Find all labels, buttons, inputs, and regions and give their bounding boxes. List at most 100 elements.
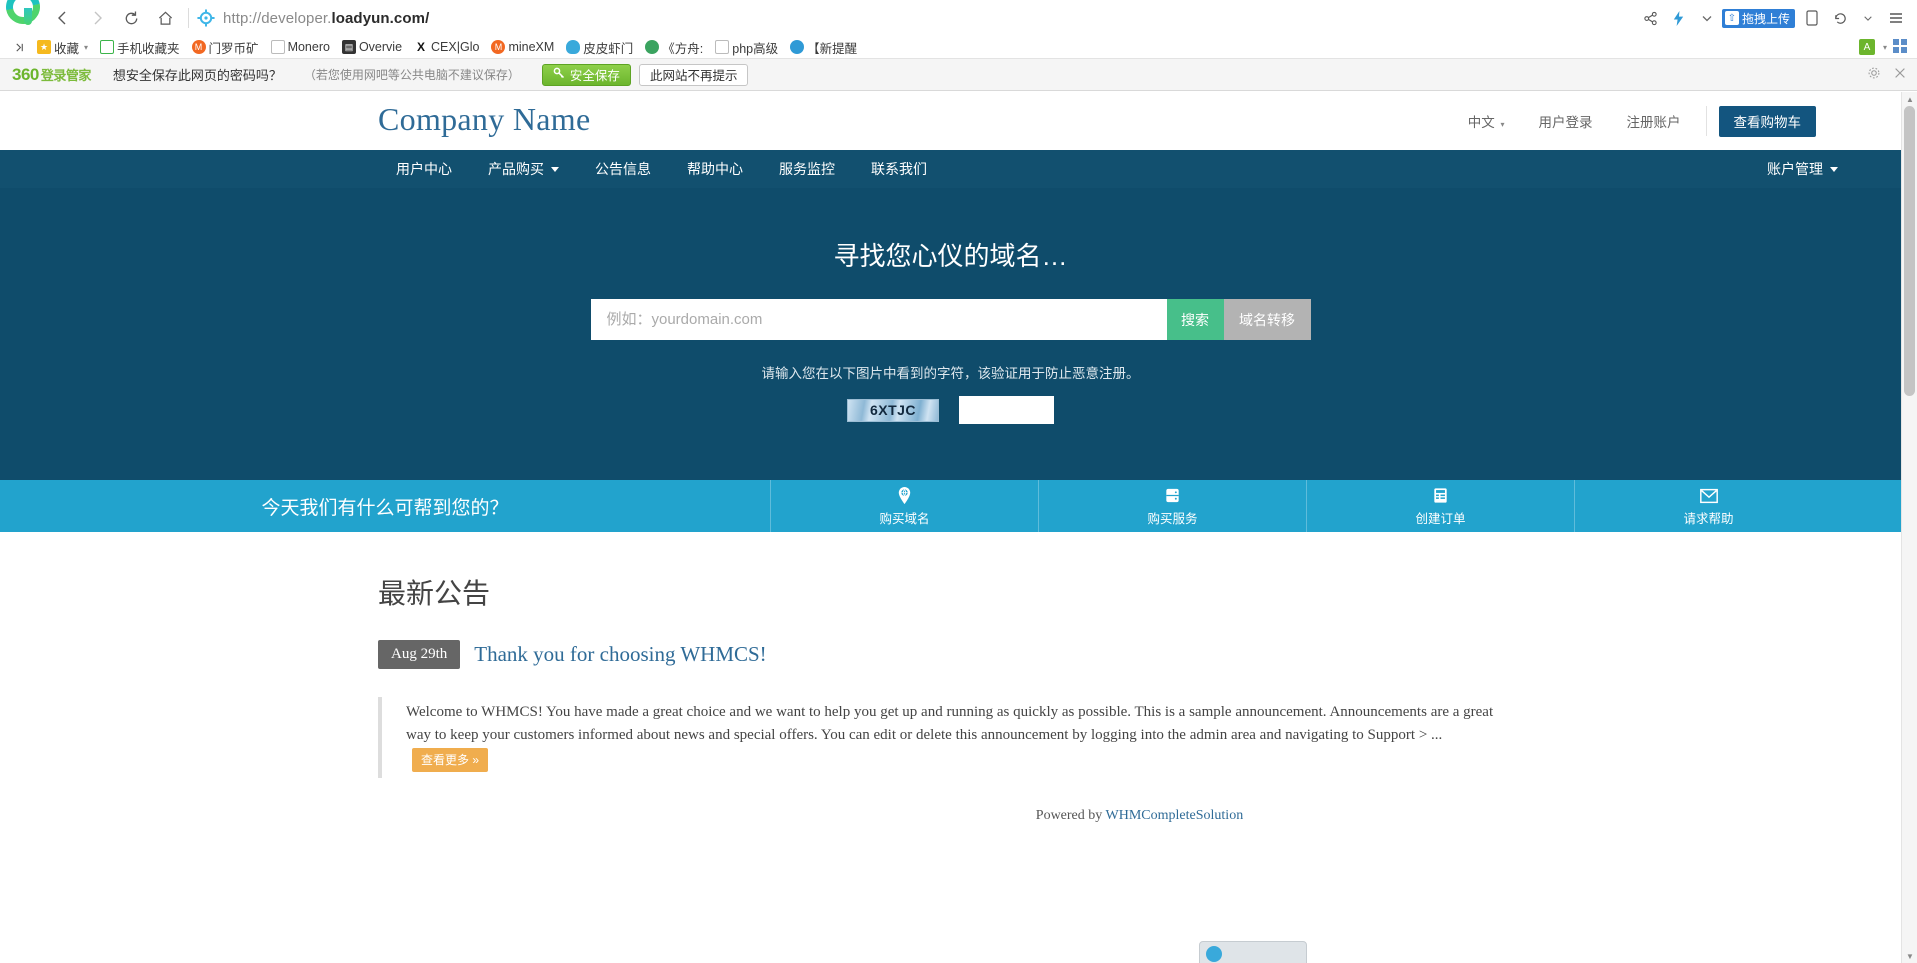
- page-title[interactable]: Company Name: [378, 101, 590, 138]
- envelope-icon: [1699, 486, 1719, 506]
- quick-actions-bar: 今天我们有什么可帮到您的？ 购买域名 购买服务 创建订单 请求帮助: [0, 480, 1901, 532]
- vertical-scrollbar[interactable]: ▲ ▼: [1901, 92, 1917, 963]
- never-save-label: 此网站不再提示: [649, 69, 738, 83]
- bookmarks-right-actions: A ▾: [1858, 38, 1917, 56]
- server-icon: [1163, 486, 1182, 506]
- bookmarks-overflow-button[interactable]: [8, 37, 31, 58]
- bookmark-item-8[interactable]: 《方舟:: [639, 37, 709, 58]
- nav-item-user-center[interactable]: 用户中心: [378, 150, 470, 188]
- bookmark-item-7[interactable]: 皮皮虾门: [560, 37, 639, 58]
- translate-icon[interactable]: A: [1858, 39, 1875, 55]
- share-icon[interactable]: [1638, 5, 1664, 31]
- password-bar-right-actions: [1867, 66, 1907, 83]
- quick-actions-title: 今天我们有什么可帮到您的？: [261, 497, 509, 519]
- register-link[interactable]: 注册账户: [1610, 111, 1698, 131]
- key-icon: [553, 67, 565, 82]
- reload-button[interactable]: [114, 3, 148, 33]
- scroll-up-arrow-icon[interactable]: ▲: [1902, 92, 1917, 106]
- quick-action-buy-domain[interactable]: 购买域名: [770, 480, 1038, 532]
- footer-prefix: Powered by: [1035, 807, 1103, 823]
- footer-link[interactable]: WHMCompleteSolution: [1106, 808, 1244, 823]
- mobile-view-icon[interactable]: [1799, 5, 1825, 31]
- view-cart-button[interactable]: 查看购物车: [1718, 105, 1816, 137]
- chevron-down-icon[interactable]: ▾: [1883, 43, 1887, 52]
- bookmark-item-1[interactable]: 手机收藏夹: [94, 37, 186, 58]
- bookmark-label: 皮皮虾门: [583, 41, 634, 56]
- back-button[interactable]: [46, 3, 80, 33]
- never-save-button[interactable]: 此网站不再提示: [638, 63, 749, 86]
- login-link[interactable]: 用户登录: [1522, 111, 1610, 131]
- chevron-down-icon: [1830, 166, 1838, 172]
- domain-search-hero: 寻找您心仪的域名… 搜索 域名转移 请输入您在以下图片中看到的字符，该验证用于防…: [0, 188, 1901, 480]
- globe-icon: [645, 40, 660, 54]
- bookmark-item-5[interactable]: X CEX|Glo: [408, 37, 485, 58]
- home-button[interactable]: [148, 3, 182, 33]
- drag-upload-chip[interactable]: ⇧ 拖拽上传: [1721, 8, 1795, 28]
- phone-icon: [100, 40, 115, 54]
- password-manager-question: 想安全保存此网页的密码吗？: [112, 68, 282, 83]
- bookmark-label: 手机收藏夹: [117, 41, 180, 56]
- bookmark-item-4[interactable]: ▤ Overvie: [336, 37, 408, 58]
- bookmark-item-9[interactable]: php高级: [709, 37, 784, 58]
- bookmark-item-10[interactable]: 【新提醒: [784, 37, 863, 58]
- scroll-down-arrow-icon[interactable]: ▼: [1902, 949, 1917, 963]
- announcement-title[interactable]: Thank you for choosing WHMCS!: [474, 642, 766, 667]
- drag-upload-label: 拖拽上传: [1741, 11, 1790, 26]
- bookmark-label: 【新提醒: [807, 41, 858, 56]
- language-selector[interactable]: 中文 ▾: [1451, 111, 1522, 131]
- forward-button[interactable]: [80, 3, 114, 33]
- quick-action-buy-service[interactable]: 购买服务: [1038, 480, 1306, 532]
- undo-icon[interactable]: [1827, 5, 1853, 31]
- header-divider: [1705, 106, 1707, 136]
- search-button[interactable]: 搜索: [1166, 299, 1224, 340]
- bookmark-item-2[interactable]: M 门罗币矿: [186, 37, 265, 58]
- bookmark-item-3[interactable]: Monero: [265, 37, 336, 58]
- chevron-down-icon[interactable]: [1694, 5, 1720, 31]
- chat-widget[interactable]: [1199, 941, 1307, 963]
- quick-action-label: 购买域名: [879, 511, 930, 526]
- scrollbar-thumb[interactable]: [1904, 106, 1915, 396]
- grid-icon[interactable]: [1893, 38, 1907, 56]
- transfer-domain-button[interactable]: 域名转移: [1223, 299, 1311, 340]
- invoice-icon: [1431, 486, 1450, 506]
- flash-icon[interactable]: [1666, 5, 1692, 31]
- nav-item-help[interactable]: 帮助中心: [669, 150, 761, 188]
- announcements-section: 最新公告 Aug 29th Thank you for choosing WHM…: [0, 532, 1901, 824]
- toolbar-divider: [188, 8, 189, 28]
- hero-title: 寻找您心仪的域名…: [833, 241, 1068, 271]
- nav-item-contact[interactable]: 联系我们: [853, 150, 945, 188]
- chevron-down-icon[interactable]: ▾: [84, 43, 88, 52]
- quick-action-request-help[interactable]: 请求帮助: [1574, 480, 1842, 532]
- password-manager-note: （若您使用网吧等公共电脑不建议保存）: [303, 68, 520, 82]
- bookmark-label: CEX|Glo: [431, 40, 480, 54]
- star-icon: ★: [37, 40, 51, 54]
- nav-item-account[interactable]: 账户管理: [1749, 150, 1856, 188]
- captcha-input[interactable]: [959, 396, 1054, 424]
- page-icon: [270, 40, 285, 54]
- nav-item-products[interactable]: 产品购买: [470, 150, 577, 188]
- bookmark-label: 门罗币矿: [208, 41, 259, 56]
- quick-action-create-order[interactable]: 创建订单: [1306, 480, 1574, 532]
- bookmark-label: php高级: [732, 41, 779, 56]
- bookmark-item-0[interactable]: ★ 收藏 ▾: [31, 37, 94, 58]
- domain-search-input[interactable]: [590, 299, 1167, 340]
- captcha-instruction: 请输入您在以下图片中看到的字符，该验证用于防止恶意注册。: [761, 366, 1140, 381]
- captcha-image: 6XTJC: [847, 398, 939, 422]
- monero-icon: M: [491, 40, 506, 54]
- menu-icon[interactable]: [1883, 5, 1909, 31]
- chevron-down-icon-2[interactable]: [1855, 5, 1881, 31]
- x-icon: X: [414, 40, 429, 54]
- bookmark-item-6[interactable]: M mineXM: [485, 37, 560, 58]
- save-password-label: 安全保存: [569, 69, 620, 83]
- url-text: http://developer.loadyun.com/: [223, 9, 430, 27]
- save-password-button[interactable]: 安全保存: [541, 63, 631, 86]
- address-bar[interactable]: http://developer.loadyun.com/: [197, 3, 1638, 33]
- nav-item-announcements[interactable]: 公告信息: [577, 150, 669, 188]
- bookmark-label: Monero: [287, 40, 330, 54]
- site-header: Company Name 中文 ▾ 用户登录 注册账户 查看购物车: [0, 92, 1901, 150]
- nav-item-status[interactable]: 服务监控: [761, 150, 853, 188]
- read-more-button[interactable]: 查看更多 »: [412, 747, 489, 773]
- close-icon[interactable]: [1893, 66, 1907, 83]
- domain-search-form: 搜索 域名转移: [0, 299, 1901, 340]
- gear-icon[interactable]: [1867, 66, 1881, 83]
